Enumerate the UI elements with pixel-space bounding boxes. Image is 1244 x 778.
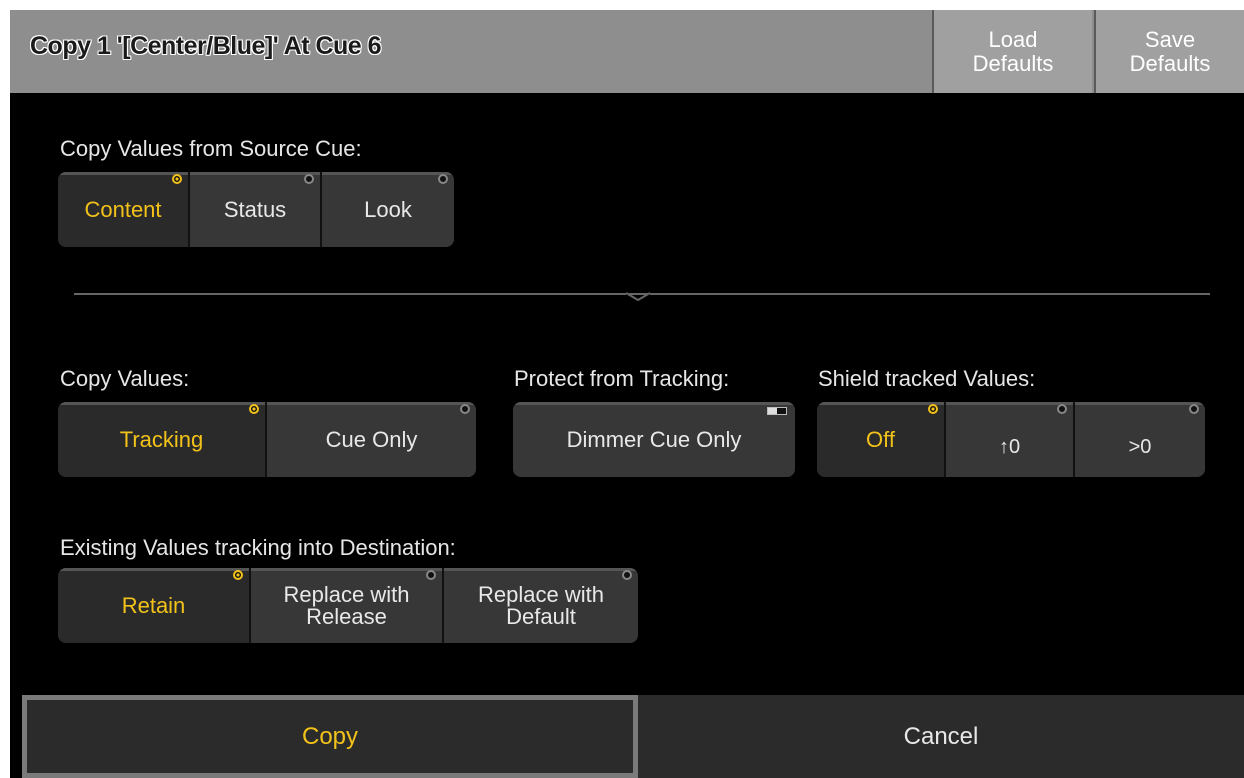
existing-values-label: Existing Values tracking into Destinatio… (60, 535, 456, 560)
unselected-indicator-icon (1189, 404, 1199, 414)
source-cue-look-option[interactable]: Look (322, 172, 454, 247)
existing-replace-default-option[interactable]: Replace with Default (444, 568, 638, 643)
shield-up-zero-option[interactable]: ↑0 (946, 402, 1075, 477)
option-label: Status (223, 196, 287, 222)
unselected-indicator-icon (622, 570, 632, 580)
option-label: Content (84, 196, 162, 222)
copy-values-selector: Tracking Cue Only (58, 402, 476, 477)
option-label: Replace with Default (478, 581, 604, 629)
option-label: Replace with Release (283, 581, 410, 629)
copy-values-label: Copy Values: (60, 366, 190, 391)
protect-tracking-toggle: Dimmer Cue Only (513, 402, 795, 477)
copy-values-cue-only-option[interactable]: Cue Only (267, 402, 476, 477)
selected-indicator-icon (249, 404, 259, 414)
shield-tracked-label: Shield tracked Values: (818, 366, 1036, 391)
load-defaults-button[interactable]: Load Defaults (932, 10, 1092, 93)
unselected-indicator-icon (426, 570, 436, 580)
unselected-indicator-icon (438, 174, 448, 184)
option-label: ↑0 (998, 435, 1021, 458)
shield-off-option[interactable]: Off (817, 402, 946, 477)
dialog-title: Copy 1 '[Center/Blue]' At Cue 6 (30, 32, 382, 60)
source-cue-selector: Content Status Look (58, 172, 454, 247)
selected-indicator-icon (233, 570, 243, 580)
unselected-indicator-icon (304, 174, 314, 184)
option-label: Retain (121, 592, 186, 618)
option-label: Off (866, 426, 895, 452)
source-cue-label: Copy Values from Source Cue: (60, 136, 362, 161)
shield-greater-zero-option[interactable]: >0 (1075, 402, 1205, 477)
copy-button[interactable]: Copy (22, 695, 638, 778)
shield-tracked-selector: Off ↑0 >0 (817, 402, 1205, 477)
source-cue-content-option[interactable]: Content (58, 172, 190, 247)
existing-values-selector: Retain Replace with Release Replace with… (58, 568, 638, 643)
dimmer-cue-only-button[interactable]: Dimmer Cue Only (513, 402, 795, 477)
copy-button-label: Copy (301, 722, 359, 750)
option-label: Look (364, 196, 412, 222)
divider-notch-icon (626, 292, 650, 301)
selected-indicator-icon (928, 404, 938, 414)
option-label: Cue Only (325, 426, 418, 452)
toggle-indicator-icon (767, 407, 787, 415)
option-label: Dimmer Cue Only (566, 426, 742, 452)
option-label: Tracking (119, 426, 204, 452)
existing-replace-release-option[interactable]: Replace with Release (251, 568, 444, 643)
save-defaults-button[interactable]: Save Defaults (1094, 10, 1244, 93)
save-defaults-line1: Save (1144, 27, 1196, 52)
copy-values-tracking-option[interactable]: Tracking (58, 402, 267, 477)
load-defaults-line1: Load (988, 27, 1038, 52)
cancel-button[interactable]: Cancel (638, 695, 1244, 778)
source-cue-status-option[interactable]: Status (190, 172, 322, 247)
protect-tracking-label: Protect from Tracking: (514, 366, 730, 391)
unselected-indicator-icon (460, 404, 470, 414)
load-defaults-line2: Defaults (972, 51, 1054, 76)
existing-retain-option[interactable]: Retain (58, 568, 251, 643)
selected-indicator-icon (172, 174, 182, 184)
option-label: >0 (1128, 435, 1152, 458)
unselected-indicator-icon (1057, 404, 1067, 414)
title-bar: Copy 1 '[Center/Blue]' At Cue 6 Load Def… (10, 10, 1244, 93)
save-defaults-line2: Defaults (1129, 51, 1211, 76)
cancel-button-label: Cancel (903, 722, 979, 750)
copy-cue-dialog: Copy 1 '[Center/Blue]' At Cue 6 Load Def… (10, 10, 1244, 778)
